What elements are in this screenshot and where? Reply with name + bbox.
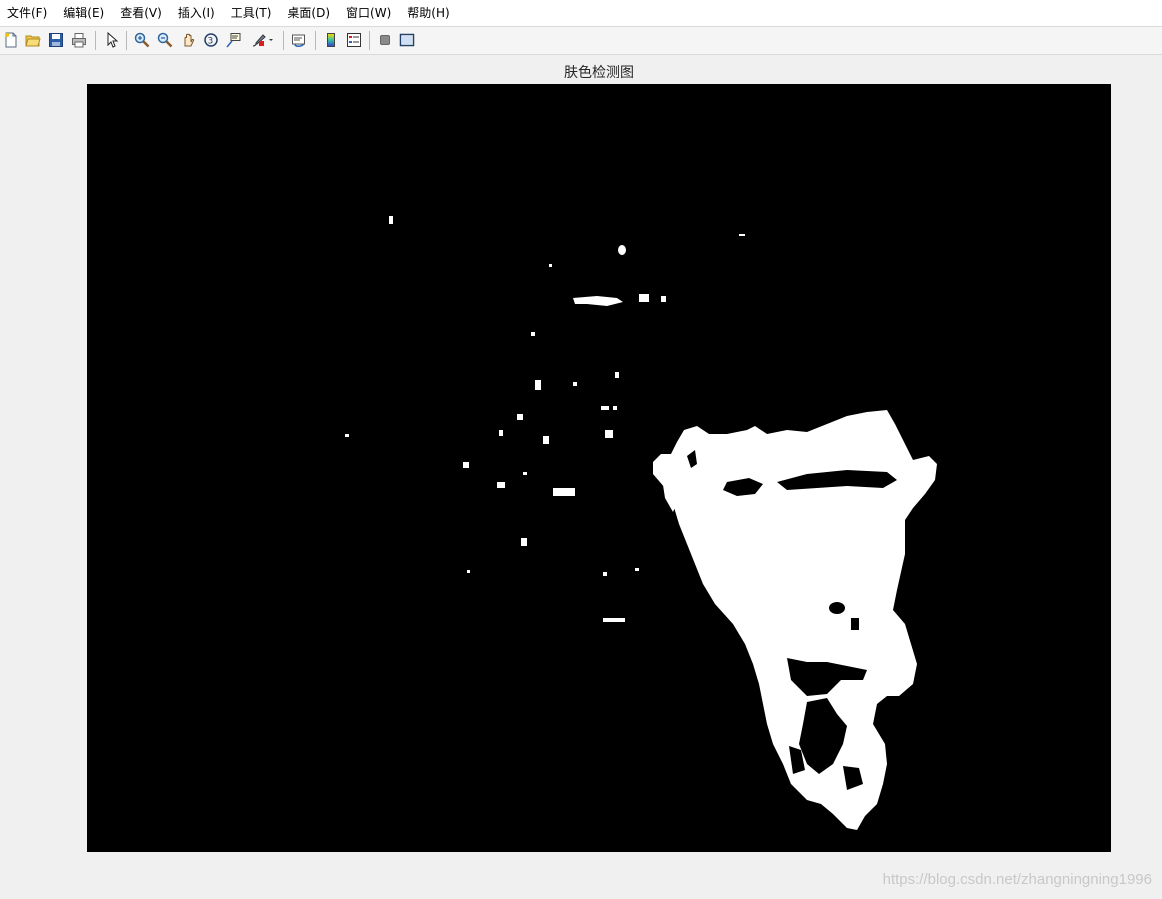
zoom-in-icon[interactable] [133,31,151,49]
menu-window[interactable]: 窗口(W) [338,0,399,26]
print-icon[interactable] [70,31,88,49]
toolbar-separator [369,31,370,50]
menu-edit[interactable]: 编辑(E) [55,0,112,26]
watermark-text: https://blog.csdn.net/zhangningning1996 [882,871,1152,888]
open-file-icon[interactable] [24,31,42,49]
menu-desktop[interactable]: 桌面(D) [279,0,338,26]
toolbar-separator [126,31,127,50]
menu-insert[interactable]: 插入(I) [170,0,223,26]
menu-help[interactable]: 帮助(H) [399,0,457,26]
link-plot-icon[interactable] [290,31,308,49]
show-plot-tools-icon[interactable] [398,31,416,49]
svg-text:3: 3 [208,37,214,47]
figure-toolbar: 3 [0,27,1162,55]
image-axes[interactable] [87,84,1111,852]
menu-bar: 文件(F) 编辑(E) 查看(V) 插入(I) 工具(T) 桌面(D) 窗口(W… [0,0,1162,27]
toolbar-separator [95,31,96,50]
pan-hand-icon[interactable] [179,31,197,49]
colorbar-icon[interactable] [322,31,340,49]
toolbar-separator [283,31,284,50]
data-cursor-icon[interactable] [225,31,243,49]
menu-tools[interactable]: 工具(T) [223,0,280,26]
figure-title: 肤色检测图 [564,65,634,81]
hide-plot-tools-icon[interactable] [376,31,394,49]
menu-view[interactable]: 查看(V) [112,0,170,26]
select-arrow-icon[interactable] [103,31,121,49]
save-icon[interactable] [47,31,65,49]
brush-icon[interactable] [248,31,276,49]
zoom-out-icon[interactable] [156,31,174,49]
skin-mask-image [87,84,1111,852]
toolbar-separator [315,31,316,50]
new-figure-icon[interactable] [2,31,20,49]
menu-file[interactable]: 文件(F) [0,0,55,26]
legend-icon[interactable] [345,31,363,49]
rotate-3d-icon[interactable]: 3 [202,31,220,49]
